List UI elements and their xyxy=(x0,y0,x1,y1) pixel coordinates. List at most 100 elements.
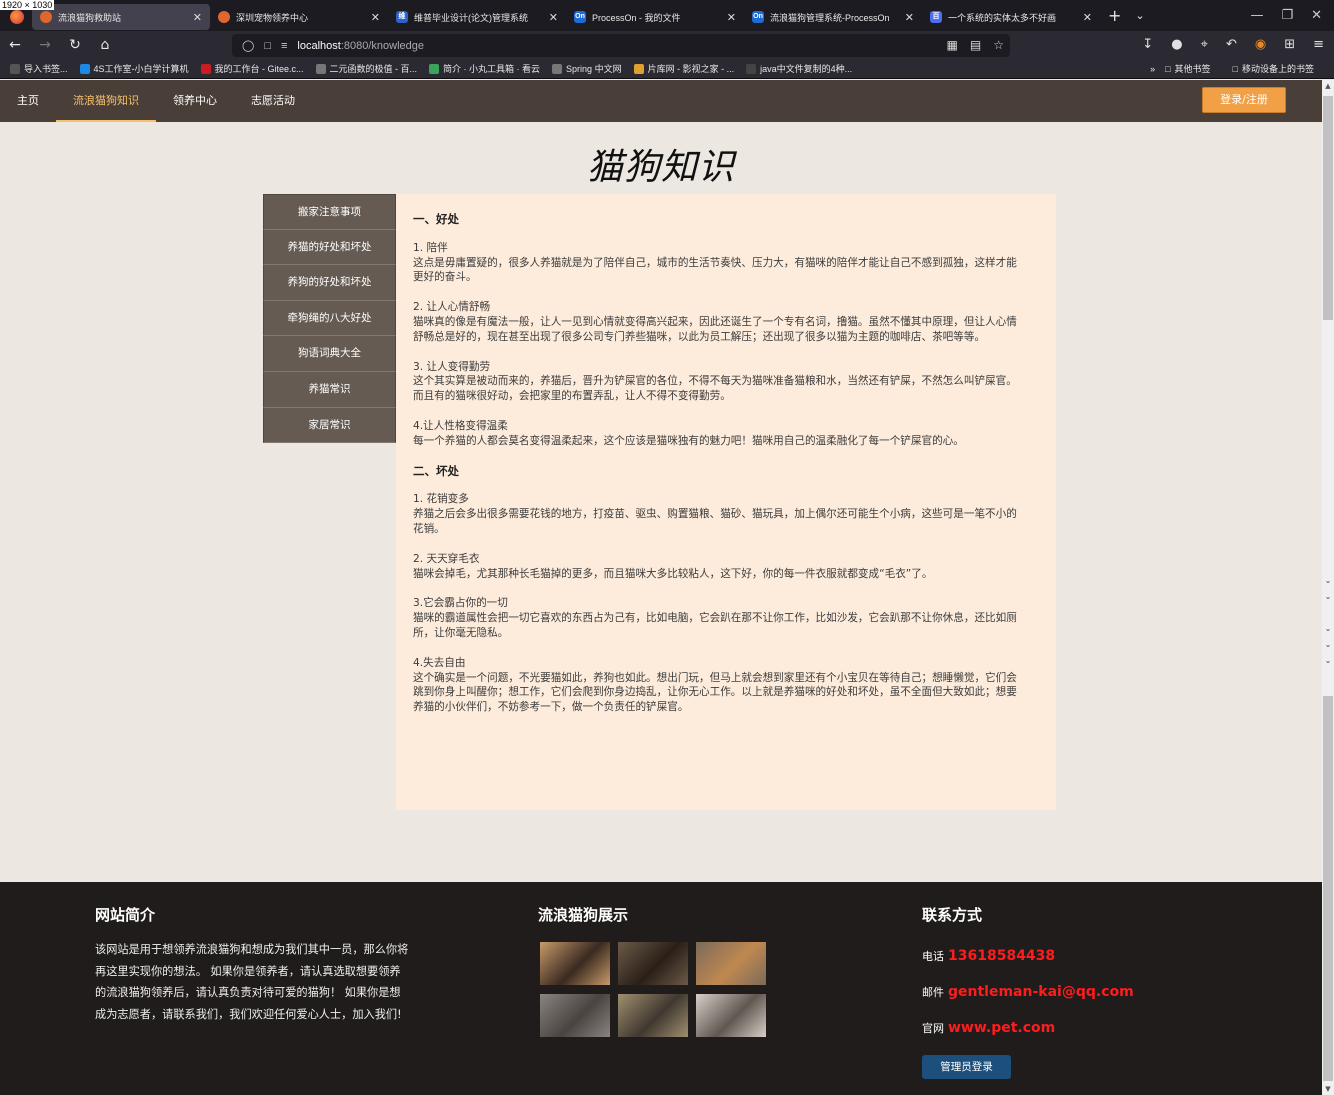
firefox-icon[interactable] xyxy=(10,10,24,24)
mobile-bookmarks-label: 移动设备上的书签 xyxy=(1241,64,1314,74)
tab-favicon-icon: 百 xyxy=(930,11,942,23)
side-menu-item[interactable]: 养狗的好处和坏处 xyxy=(263,265,396,301)
shield-icon[interactable]: ◯ xyxy=(242,39,254,52)
fox-extension-icon[interactable]: ◉ xyxy=(1255,37,1266,52)
side-menu-item[interactable]: 家居常识 xyxy=(263,407,396,444)
bookmark-item[interactable]: 导入书签... xyxy=(10,62,68,75)
tab-close-icon[interactable]: ✕ xyxy=(549,11,558,24)
permissions-icon[interactable]: ≡ xyxy=(281,40,287,52)
toolbar-extensions: ↧ ● ⌖ ↶ ◉ ⊞ ≡ xyxy=(1142,37,1324,52)
restore-icon[interactable]: ❐ xyxy=(1281,8,1293,23)
article-subheading: 2. 让人心情舒畅 xyxy=(413,301,491,314)
url-path: :8080/knowledge xyxy=(340,39,424,52)
bookmark-item[interactable]: 二元函数的极值 - 百... xyxy=(315,62,417,75)
extension-icon[interactable]: ● xyxy=(1171,37,1182,52)
side-menu-item[interactable]: 搬家注意事项 xyxy=(263,194,396,230)
article-subheading: 4.让人性格变得温柔 xyxy=(413,419,508,432)
page-scrollbar[interactable]: ▲ ⌄ ⌄ ⌄ ⌄ ⌄ ▼ xyxy=(1322,80,1334,1095)
bookmark-item[interactable]: java中文件复制的4种... xyxy=(746,62,852,75)
bookmark-list: 导入书签... 4S工作室-小白学计算机 我的工作台 - Gitee.c... 二元函… xyxy=(10,62,864,75)
bookmark-favicon-icon xyxy=(633,63,644,74)
scroll-down-icon[interactable]: ▼ xyxy=(1322,1085,1334,1093)
mobile-bookmarks-folder[interactable]: □ 移动设备上的书签 xyxy=(1233,62,1314,75)
tab-close-icon[interactable]: ✕ xyxy=(905,11,914,24)
close-window-icon[interactable]: ✕ xyxy=(1311,8,1322,23)
article-paragraph: 4.让人性格变得温柔 每一个养猫的人都会莫名变得温柔起来，这个应该是猫咪独有的魅力… xyxy=(413,419,1026,449)
bookmark-item[interactable]: 我的工作台 - Gitee.c... xyxy=(200,62,304,75)
bookmark-item[interactable]: 简介 · 小丸工具箱 · 看云 xyxy=(429,62,540,75)
back-icon[interactable]: ← xyxy=(0,37,30,53)
menu-icon[interactable]: ≡ xyxy=(1313,37,1324,52)
bookmark-favicon-icon xyxy=(200,63,211,74)
browser-tab[interactable]: 流浪猫狗救助站 ✕ xyxy=(32,4,210,30)
footer-gallery-title: 流浪猫狗展示 xyxy=(538,906,629,924)
minimize-icon[interactable]: — xyxy=(1250,8,1263,23)
forward-icon[interactable]: → xyxy=(30,37,60,53)
side-menu-item[interactable]: 牵狗绳的八大好处 xyxy=(263,300,396,337)
reader-view-icon[interactable]: ▤ xyxy=(970,38,981,52)
reload-icon[interactable]: ↻ xyxy=(60,37,90,53)
bookmark-label: 4S工作室-小白学计算机 xyxy=(93,64,189,74)
home-icon[interactable]: ⌂ xyxy=(90,37,120,53)
tab-list-chevron-icon[interactable]: ⌄ xyxy=(1135,9,1144,22)
article-subheading: 3. 让人变得勤劳 xyxy=(413,360,491,373)
side-menu-item[interactable]: 养猫常识 xyxy=(263,371,396,408)
page-icon: □ xyxy=(264,39,271,52)
puzzle-extensions-icon[interactable]: ⊞ xyxy=(1284,37,1295,52)
downloads-icon[interactable]: ↧ xyxy=(1142,37,1153,52)
url-host: localhost xyxy=(297,39,341,52)
scrollbar-thumb-lower[interactable] xyxy=(1323,696,1333,1081)
article-body-text: 这点是毋庸置疑的，很多人养猫就是为了陪伴自己，城市的生活节奏快、压力大，有猫咪的… xyxy=(413,256,1017,284)
admin-login-button[interactable]: 管理员登录 xyxy=(922,1055,1011,1079)
qr-code-icon[interactable]: ▦ xyxy=(947,38,958,52)
pet-photo-thumbnail[interactable] xyxy=(540,942,610,985)
folder-icon: □ xyxy=(1165,63,1171,74)
email-label: 邮件 xyxy=(922,986,944,999)
tab-close-icon[interactable]: ✕ xyxy=(193,11,202,24)
screenshot-icon[interactable]: ⌖ xyxy=(1201,37,1208,52)
tab-close-icon[interactable]: ✕ xyxy=(1083,11,1092,24)
tab-label: 流浪猫狗救助站 xyxy=(58,12,122,23)
pet-photo-thumbnail[interactable] xyxy=(618,994,688,1037)
undo-icon[interactable]: ↶ xyxy=(1226,37,1237,52)
browser-tab[interactable]: 百一个系统的实体太多不好画 ✕ xyxy=(922,4,1100,30)
new-tab-icon[interactable]: + xyxy=(1108,6,1121,25)
bookmark-star-icon[interactable]: ☆ xyxy=(993,38,1004,52)
tab-close-icon[interactable]: ✕ xyxy=(727,11,736,24)
email-value[interactable]: gentleman-kai@qq.com xyxy=(948,984,1134,1000)
pet-photo-thumbnail[interactable] xyxy=(696,994,766,1037)
browser-tab[interactable]: On ProcessOn - 我的文件 ✕ xyxy=(566,4,744,30)
tab-close-icon[interactable]: ✕ xyxy=(371,11,380,24)
footer-intro-text: 该网站是用于想领养流浪猫狗和想成为我们其中一员，那么你将再这里实现你的想法。 如… xyxy=(95,943,409,1021)
site-nav-item[interactable]: 流浪猫狗知识 xyxy=(56,80,156,122)
side-menu-item[interactable]: 养猫的好处和坏处 xyxy=(263,229,396,266)
website-value[interactable]: www.pet.com xyxy=(948,1020,1055,1036)
browser-tab[interactable]: 维维普毕业设计(论文)管理系统 ✕ xyxy=(388,4,566,30)
pet-photo-thumbnail[interactable] xyxy=(540,994,610,1037)
scrollbar-thumb[interactable] xyxy=(1323,96,1333,320)
tab-favicon-icon xyxy=(218,11,230,23)
site-nav-item[interactable]: 主页 xyxy=(0,80,56,122)
article-subheading: 3.它会霸占你的一切 xyxy=(413,597,508,610)
article-body-text: 这个其实算是被动而来的，养猫后，晋升为铲屎官的各位，不得不每天为猫咪准备猫粮和水… xyxy=(413,375,1017,403)
pet-photo-thumbnail[interactable] xyxy=(618,942,688,985)
bookmark-item[interactable]: 片库网 - 影视之家 - ... xyxy=(633,62,734,75)
side-menu-item[interactable]: 狗语词典大全 xyxy=(263,336,396,372)
bookmark-item[interactable]: 4S工作室-小白学计算机 xyxy=(79,62,189,75)
site-nav-item[interactable]: 领养中心 xyxy=(156,80,234,122)
bookmark-label: java中文件复制的4种... xyxy=(760,64,853,74)
browser-tab[interactable]: On 流浪猫狗管理系统-ProcessOn ✕ xyxy=(744,4,922,30)
article-paragraph: 2. 让人心情舒畅 猫咪真的像是有魔法一般，让人一见到心情就变得高兴起来，因此还诞… xyxy=(413,300,1026,344)
other-bookmarks-folder[interactable]: □ 其他书签 xyxy=(1165,62,1210,75)
article-paragraph: 3.它会霸占你的一切 猫咪的霸道属性会把一切它喜欢的东西占为己有，比如电脑，它会趴… xyxy=(413,596,1026,640)
browser-tab[interactable]: 深圳宠物领养中心 ✕ xyxy=(210,4,388,30)
site-nav-item[interactable]: 志愿活动 xyxy=(234,80,312,122)
login-register-button[interactable]: 登录/注册 xyxy=(1202,87,1286,113)
more-bookmarks-icon[interactable]: » xyxy=(1150,64,1155,74)
browser-tab-bar: 流浪猫狗救助站 ✕ 深圳宠物领养中心 ✕ 维维普毕业设计(论文)管理系统 ✕ On Proce… xyxy=(0,0,1334,31)
scroll-up-icon[interactable]: ▲ xyxy=(1322,82,1334,90)
tab-favicon-icon: 维 xyxy=(396,11,408,23)
url-bar[interactable]: ◯ □ ≡ localhost:8080/knowledge ▦ ▤ ☆ xyxy=(232,34,1010,57)
bookmark-item[interactable]: Spring 中文网 xyxy=(552,62,622,75)
pet-photo-thumbnail[interactable] xyxy=(696,942,766,985)
